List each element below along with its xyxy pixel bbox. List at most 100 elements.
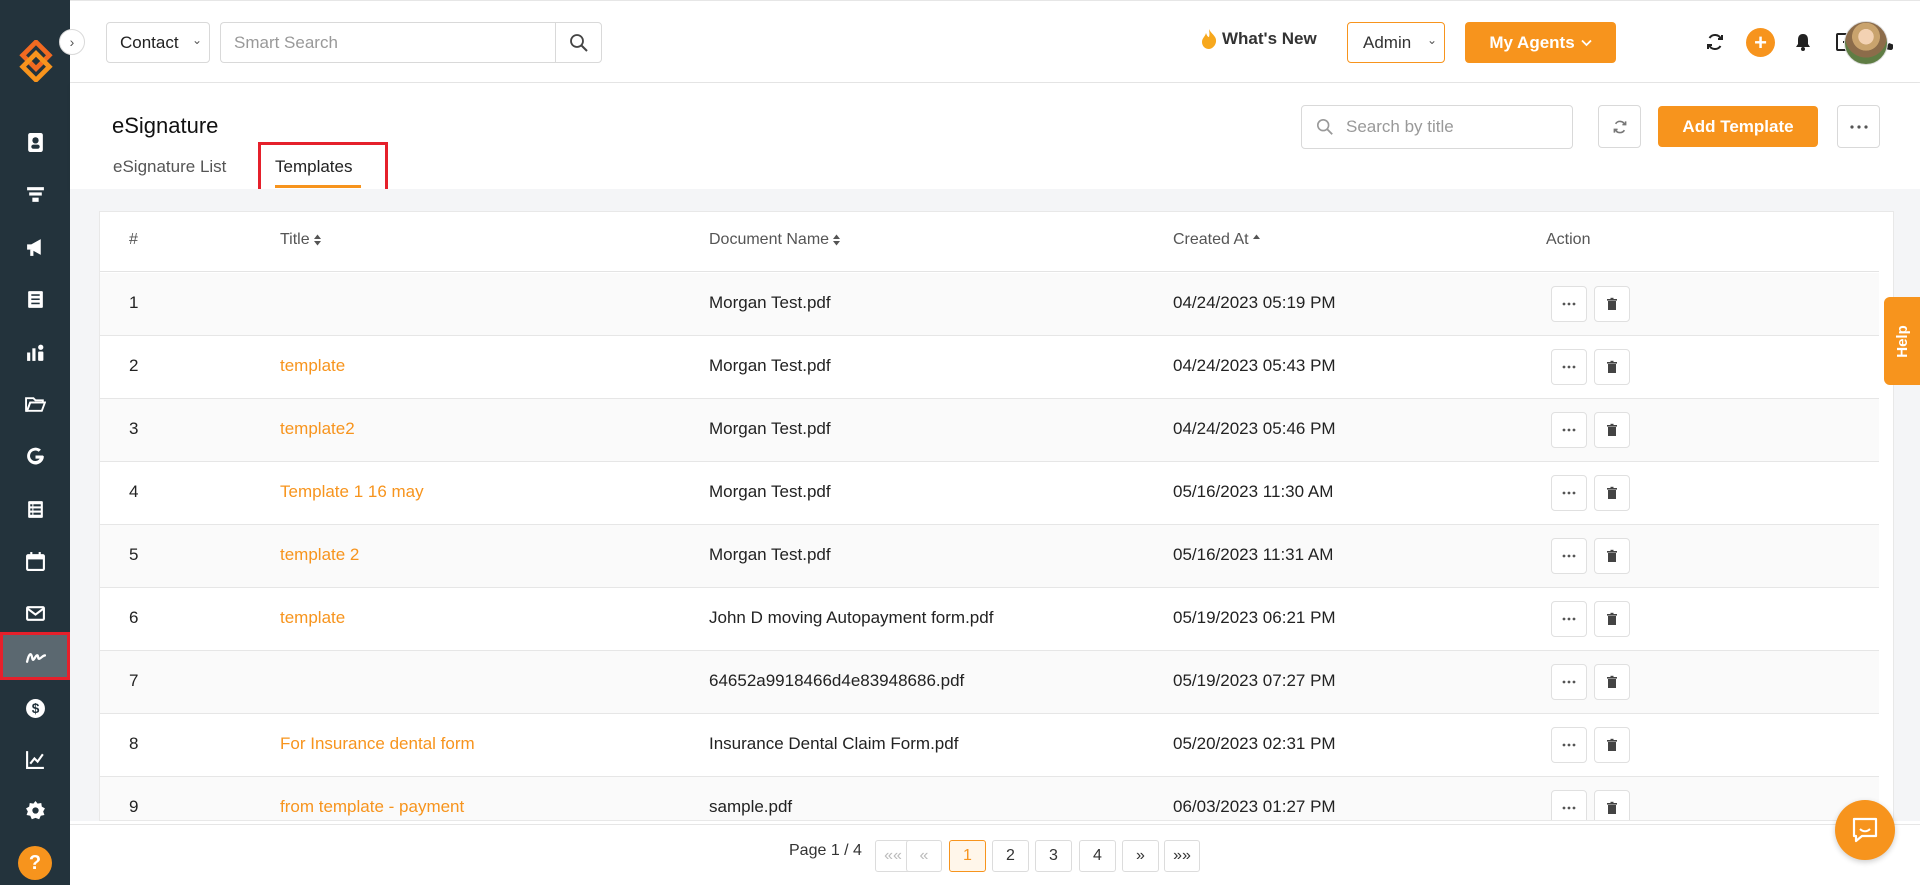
megaphone-icon <box>26 238 41 256</box>
contact-type-select[interactable]: Contact ⌄ <box>106 22 210 63</box>
avatar[interactable] <box>1844 21 1888 65</box>
sort-ascending-icon <box>1252 234 1260 239</box>
sync-button[interactable] <box>1702 29 1728 55</box>
refresh-button[interactable] <box>1598 105 1641 148</box>
table-row: 1 Morgan Test.pdf 04/24/2023 05:19 PM <box>100 273 1879 336</box>
sidebar-item-funnel[interactable] <box>0 170 70 218</box>
add-template-button[interactable]: Add Template <box>1658 106 1818 147</box>
row-more-button[interactable] <box>1551 412 1587 448</box>
admin-select[interactable]: Admin ⌄ <box>1347 22 1445 63</box>
sidebar-collapse-button[interactable]: › <box>59 29 85 55</box>
row-delete-button[interactable] <box>1594 412 1630 448</box>
title-search-placeholder: Search by title <box>1346 117 1454 136</box>
row-delete-button[interactable] <box>1594 475 1630 511</box>
table-row: 7 64652a9918466d4e83948686.pdf 05/19/202… <box>100 651 1879 714</box>
next-page-button[interactable]: » <box>1122 840 1159 872</box>
row-title-link[interactable]: from template - payment <box>280 797 464 817</box>
row-more-button[interactable] <box>1551 601 1587 637</box>
row-title-link[interactable]: template 2 <box>280 545 359 565</box>
title-search-input[interactable]: Search by title <box>1301 105 1573 149</box>
search-icon <box>1316 118 1333 135</box>
row-delete-button[interactable] <box>1594 664 1630 700</box>
row-created-at: 05/16/2023 11:31 AM <box>1173 545 1334 564</box>
sidebar-item-contacts[interactable] <box>0 118 70 166</box>
search-icon <box>569 33 588 52</box>
column-header-document-name[interactable]: Document Name <box>709 231 841 249</box>
sidebar-item-google[interactable] <box>0 432 70 480</box>
row-title-link[interactable]: template <box>280 356 345 376</box>
page-button-1[interactable]: 1 <box>949 840 986 872</box>
contact-select-value: Contact <box>120 32 179 52</box>
trash-icon <box>1607 360 1617 373</box>
row-delete-button[interactable] <box>1594 538 1630 574</box>
more-horizontal-icon <box>1562 365 1576 369</box>
last-page-button[interactable]: »» <box>1164 840 1200 872</box>
sidebar-item-reports[interactable] <box>0 328 70 376</box>
sidebar-item-documents[interactable] <box>0 275 70 323</box>
row-title-link[interactable]: For Insurance dental form <box>280 734 475 754</box>
row-title-link[interactable]: template <box>280 608 345 628</box>
row-more-button[interactable] <box>1551 664 1587 700</box>
row-more-button[interactable] <box>1551 349 1587 385</box>
sidebar-item-billing[interactable]: $ <box>0 684 70 732</box>
sidebar-item-settings[interactable] <box>0 786 70 834</box>
row-delete-button[interactable] <box>1594 286 1630 322</box>
column-header-created-at-label: Created At <box>1173 231 1249 248</box>
sidebar-item-campaigns[interactable] <box>0 223 70 271</box>
row-title-link[interactable]: Template 1 16 may <box>280 482 424 502</box>
row-more-button[interactable] <box>1551 790 1587 820</box>
table-row: 6 template John D moving Autopayment for… <box>100 588 1879 651</box>
row-number: 2 <box>129 356 139 375</box>
more-horizontal-icon <box>1562 806 1576 810</box>
row-delete-button[interactable] <box>1594 349 1630 385</box>
row-delete-button[interactable] <box>1594 790 1630 820</box>
page-button-2[interactable]: 2 <box>992 840 1029 872</box>
row-document-name: Morgan Test.pdf <box>709 482 831 501</box>
row-more-button[interactable] <box>1551 727 1587 763</box>
row-more-button[interactable] <box>1551 286 1587 322</box>
sidebar-item-calendar[interactable] <box>0 537 70 585</box>
page-button-3[interactable]: 3 <box>1035 840 1072 872</box>
column-header-created-at[interactable]: Created At <box>1173 231 1261 249</box>
page-button-4[interactable]: 4 <box>1079 840 1116 872</box>
row-number: 4 <box>129 482 139 501</box>
sidebar-item-email[interactable] <box>0 589 70 637</box>
sidebar-item-lists[interactable] <box>0 485 70 533</box>
row-number: 9 <box>129 797 139 816</box>
row-delete-button[interactable] <box>1594 601 1630 637</box>
chat-launcher-button[interactable] <box>1835 800 1895 860</box>
list-icon <box>27 500 43 518</box>
sidebar-item-esignature[interactable] <box>0 632 70 680</box>
row-delete-button[interactable] <box>1594 727 1630 763</box>
admin-select-value: Admin <box>1363 32 1412 52</box>
help-side-tab[interactable]: Help <box>1884 297 1920 385</box>
my-agents-button[interactable]: My Agents <box>1465 22 1616 63</box>
row-document-name: Insurance Dental Claim Form.pdf <box>709 734 959 753</box>
app-logo[interactable] <box>17 40 55 82</box>
row-created-at: 04/24/2023 05:19 PM <box>1173 293 1336 312</box>
table-header: # Title Document Name Created At Action <box>100 212 1879 272</box>
sidebar-item-analytics[interactable] <box>0 735 70 783</box>
sidebar-item-files[interactable] <box>0 380 70 428</box>
row-title-link[interactable]: template2 <box>280 419 355 439</box>
add-new-button[interactable]: + <box>1746 28 1775 57</box>
notifications-button[interactable] <box>1790 29 1816 55</box>
prev-page-button[interactable]: « <box>906 840 942 872</box>
more-horizontal-icon <box>1562 491 1576 495</box>
help-icon[interactable]: ? <box>18 846 52 880</box>
chevron-down-icon: ⌄ <box>191 33 202 47</box>
whats-new-link[interactable]: What's New <box>1200 28 1317 50</box>
row-more-button[interactable] <box>1551 475 1587 511</box>
smart-search-button[interactable] <box>555 22 602 63</box>
column-header-action: Action <box>1546 231 1591 248</box>
trash-icon <box>1607 549 1617 562</box>
row-document-name: Morgan Test.pdf <box>709 545 831 564</box>
sort-icon <box>313 234 321 246</box>
more-options-button[interactable] <box>1837 105 1880 148</box>
row-more-button[interactable] <box>1551 538 1587 574</box>
column-header-title[interactable]: Title <box>280 231 322 249</box>
column-header-number: # <box>129 231 138 248</box>
contacts-icon <box>27 132 43 152</box>
smart-search-input[interactable]: Smart Search <box>220 22 557 63</box>
tab-esignature-list[interactable]: eSignature List <box>113 157 226 177</box>
